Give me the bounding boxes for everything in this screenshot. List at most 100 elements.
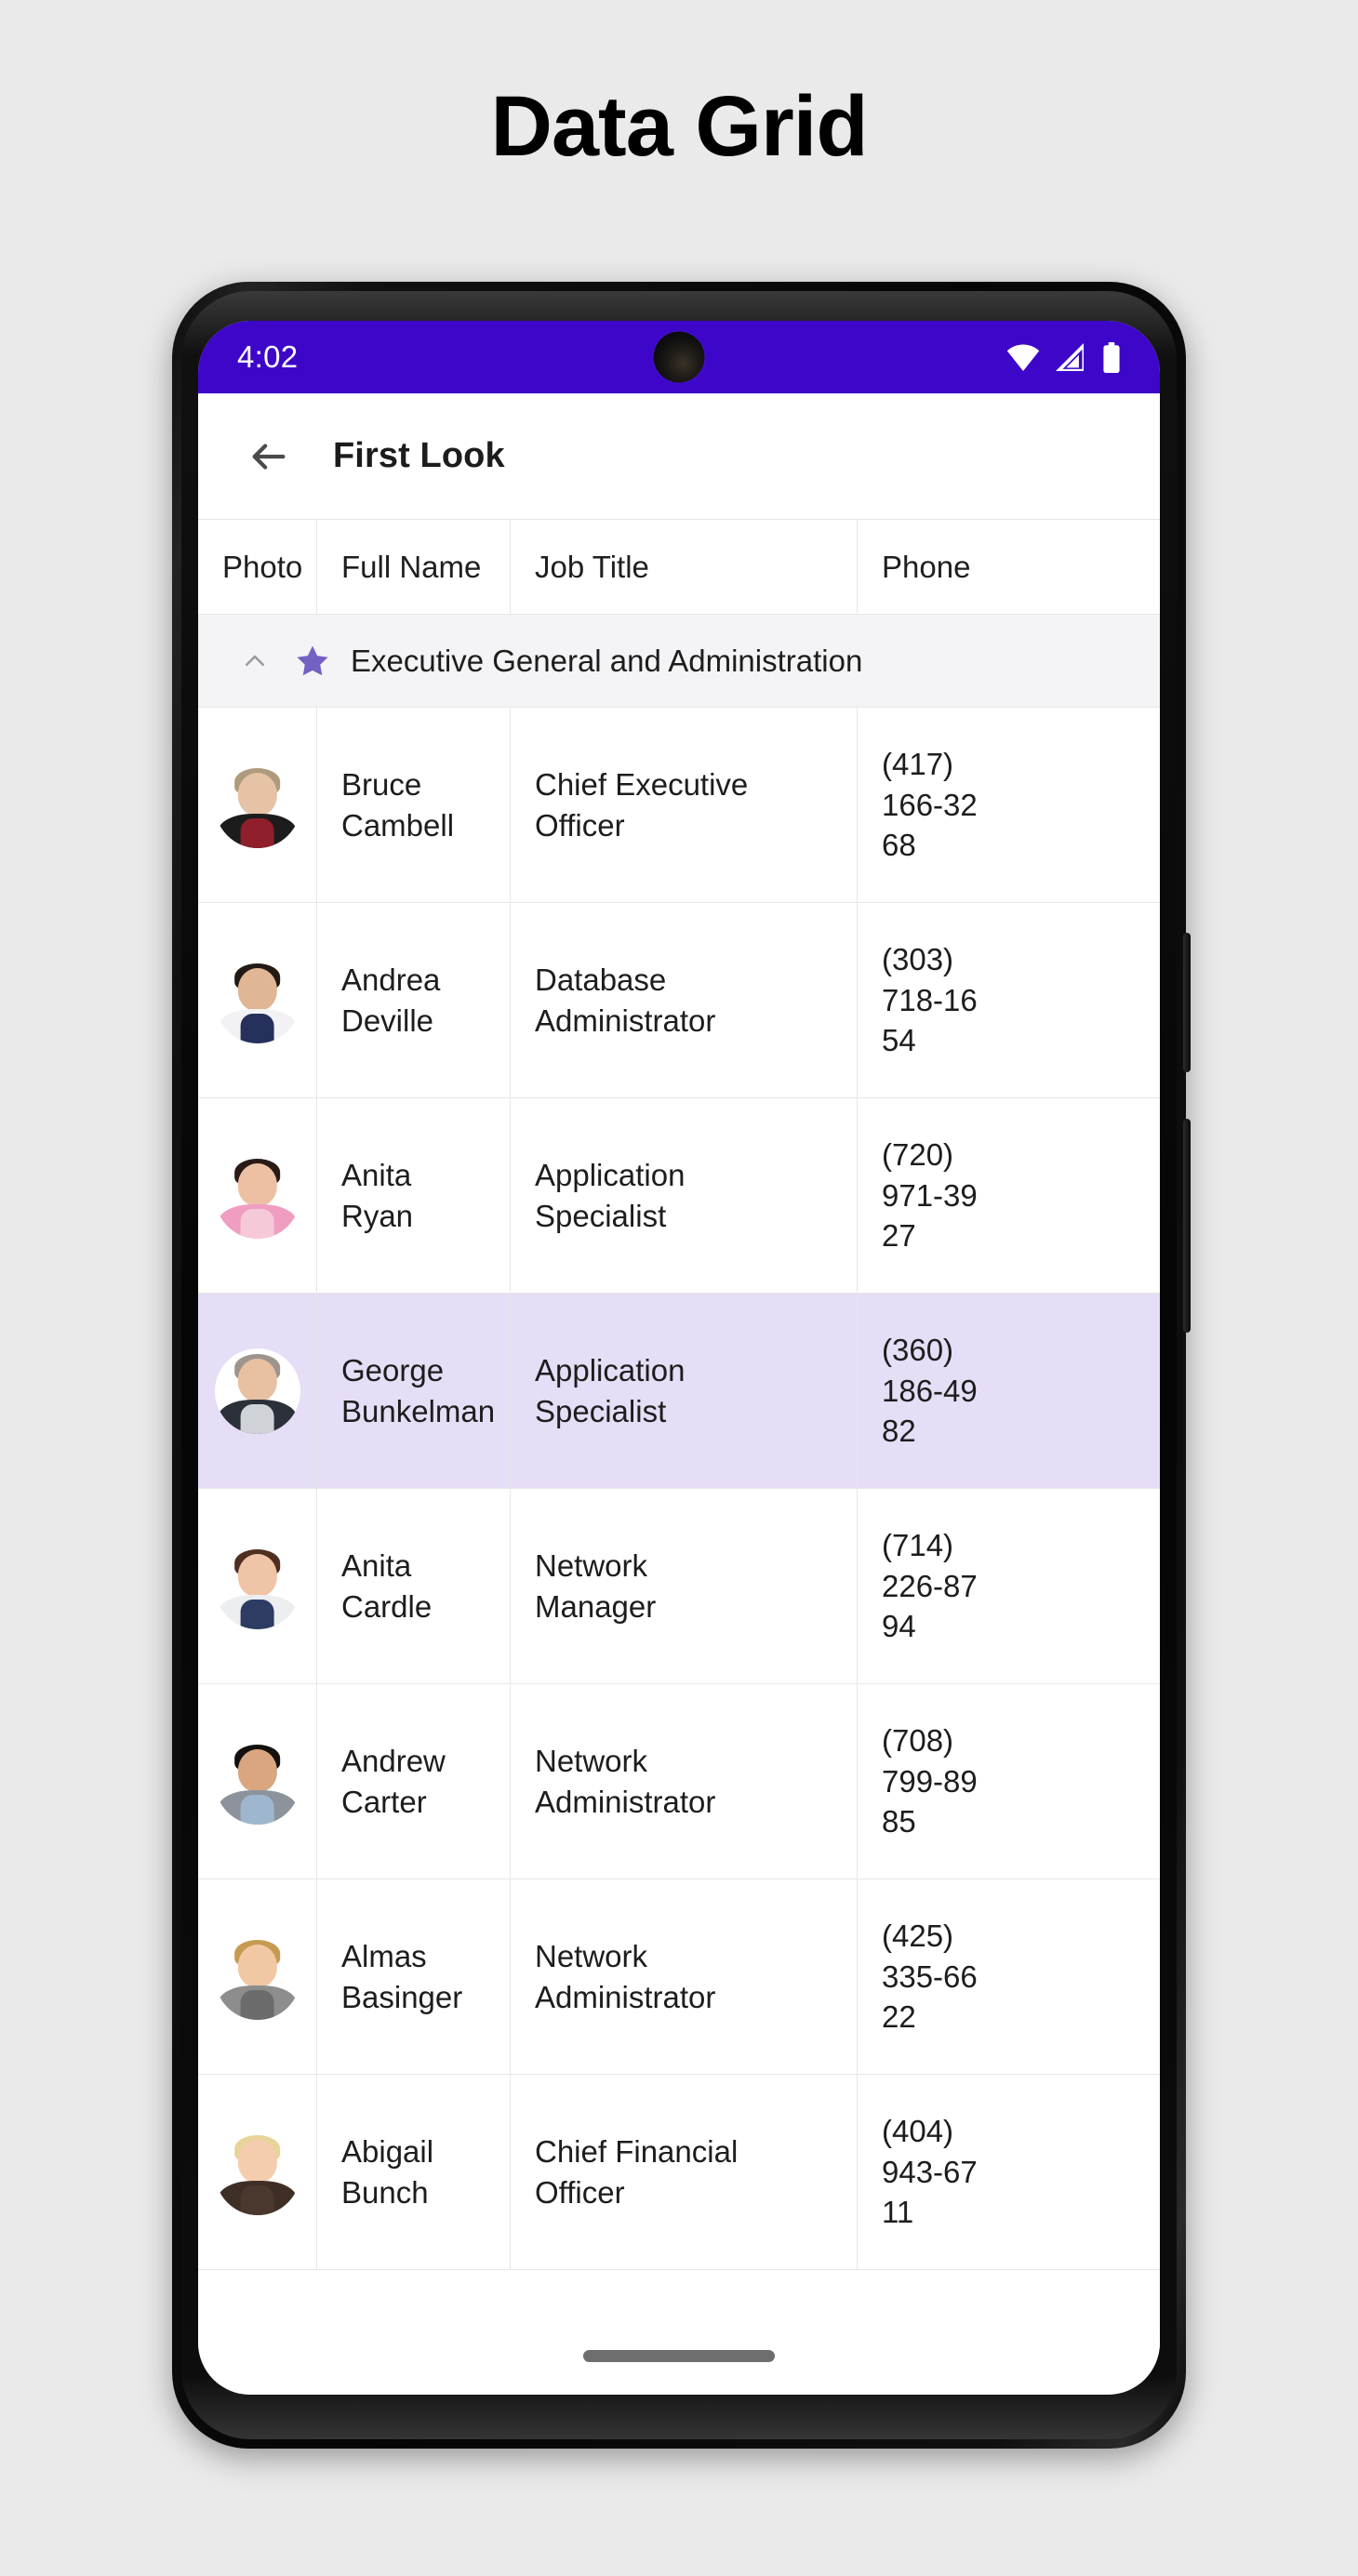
row-job-line2: Administrator	[535, 1979, 716, 2014]
row-name-line2: Cambell	[341, 807, 455, 843]
column-header-photo[interactable]: Photo	[198, 520, 317, 614]
column-header-phone[interactable]: Phone	[858, 520, 1160, 614]
row-name-line1: Andrew	[341, 1743, 446, 1778]
row-job-line1: Application	[535, 1157, 686, 1192]
row-name-line1: Anita Ryan	[341, 1157, 414, 1233]
row-phone-line3: 27	[882, 1218, 916, 1254]
row-name-cell: George Bunkelman	[317, 1294, 511, 1488]
row-job-cell: Chief Executive Officer	[511, 708, 858, 902]
row-name-cell: Bruce Cambell	[317, 708, 511, 902]
row-phone-line2: 186-49	[882, 1373, 978, 1408]
row-phone-line1: (425)	[882, 1919, 954, 1954]
cellular-signal-icon	[1056, 343, 1086, 371]
row-name-cell: Andrew Carter	[317, 1684, 511, 1879]
row-phone-cell: (417) 166-32 68	[858, 708, 1160, 902]
status-time: 4:02	[237, 339, 299, 374]
column-header-job-title[interactable]: Job Title	[511, 520, 858, 614]
table-row-selected[interactable]: George Bunkelman Application Specialist (3…	[198, 1294, 1160, 1489]
avatar	[214, 957, 300, 1043]
group-header-row[interactable]: Executive General and Administration	[198, 615, 1160, 708]
row-job-cell: Network Manager	[511, 1489, 858, 1683]
row-phone-cell: (714) 226-87 94	[858, 1489, 1160, 1683]
row-photo-cell	[198, 1489, 317, 1683]
row-job-line2: Specialist	[535, 1198, 667, 1233]
row-name-line2: Deville	[341, 1003, 434, 1038]
gesture-nav-area	[198, 2317, 1160, 2395]
row-job-line2: Manager	[535, 1588, 657, 1624]
battery-icon	[1102, 341, 1121, 373]
row-phone-line3: 85	[882, 1804, 916, 1839]
home-indicator[interactable]	[583, 2349, 775, 2362]
row-phone-line3: 68	[882, 828, 916, 863]
row-name-line1: George	[341, 1352, 445, 1388]
row-job-line1: Chief Executive	[535, 766, 749, 802]
avatar	[214, 1933, 300, 2020]
data-grid: Photo Full Name Job Title Phone Executiv…	[198, 520, 1160, 2270]
row-phone-cell: (425) 335-66 22	[858, 1879, 1160, 2074]
row-job-line1: Chief Financial	[535, 2133, 739, 2169]
table-row[interactable]: Anita Ryan Application Specialist (720) 97…	[198, 1098, 1160, 1294]
row-job-line1: Network	[535, 1938, 648, 1973]
avatar	[214, 1738, 300, 1825]
row-phone-line3: 54	[882, 1023, 916, 1058]
table-row[interactable]: Abigail Bunch Chief Financial Officer (404…	[198, 2075, 1160, 2270]
avatar	[214, 1152, 300, 1239]
row-phone-line1: (720)	[882, 1137, 954, 1173]
row-phone-line1: (404)	[882, 2114, 954, 2149]
row-phone-line1: (417)	[882, 747, 954, 782]
group-header-label: Executive General and Administration	[351, 643, 863, 678]
phone-device-frame: 4:02 First Look Photo Full Name Job Titl…	[172, 282, 1191, 2449]
power-button[interactable]	[1183, 933, 1191, 1072]
table-row[interactable]: Bruce Cambell Chief Executive Officer (417…	[198, 708, 1160, 903]
row-name-line2: Bunch	[341, 2174, 429, 2210]
status-bar: 4:02	[198, 321, 1160, 393]
avatar	[214, 1543, 300, 1629]
row-job-cell: Network Administrator	[511, 1684, 858, 1879]
table-row[interactable]: Andrew Carter Network Administrator (708) 7…	[198, 1684, 1160, 1879]
back-button[interactable]	[240, 428, 298, 485]
row-phone-line2: 166-32	[882, 787, 978, 822]
row-photo-cell	[198, 1684, 317, 1879]
app-bar-title: First Look	[333, 436, 505, 475]
row-job-line2: Specialist	[535, 1393, 667, 1428]
row-phone-line2: 971-39	[882, 1177, 978, 1213]
table-row[interactable]: Almas Basinger Network Administrator (425)…	[198, 1879, 1160, 2075]
row-phone-line2: 943-67	[882, 2154, 978, 2189]
column-header-full-name[interactable]: Full Name	[317, 520, 511, 614]
avatar	[214, 762, 300, 848]
row-photo-cell	[198, 1879, 317, 2074]
row-job-line1: Application	[535, 1352, 686, 1388]
row-name-line1: Almas	[341, 1938, 427, 1973]
row-phone-line2: 335-66	[882, 1959, 978, 1994]
row-name-line1: Bruce	[341, 766, 422, 802]
volume-button[interactable]	[1183, 1119, 1191, 1333]
row-name-cell: Abigail Bunch	[317, 2075, 511, 2269]
row-name-line2: Basinger	[341, 1979, 463, 2014]
row-phone-line2: 718-16	[882, 982, 978, 1017]
row-job-cell: Network Administrator	[511, 1879, 858, 2074]
row-job-line2: Administrator	[535, 1784, 716, 1819]
row-photo-cell	[198, 903, 317, 1097]
row-job-cell: Chief Financial Officer	[511, 2075, 858, 2269]
row-job-cell: Application Specialist	[511, 1098, 858, 1293]
row-photo-cell	[198, 708, 317, 902]
row-job-cell: Database Administrator	[511, 903, 858, 1097]
row-name-cell: Andrea Deville	[317, 903, 511, 1097]
table-row[interactable]: Anita Cardle Network Manager (714) 226-87 9…	[198, 1489, 1160, 1684]
table-row[interactable]: Andrea Deville Database Administrator (303…	[198, 903, 1160, 1098]
row-phone-line3: 11	[882, 2195, 914, 2230]
row-job-line2: Officer	[535, 807, 625, 843]
row-job-line1: Network	[535, 1547, 648, 1583]
avatar	[214, 1348, 300, 1434]
row-phone-line2: 226-87	[882, 1568, 978, 1603]
row-name-line2: Bunkelman	[341, 1393, 496, 1428]
row-phone-line1: (360)	[882, 1333, 954, 1368]
grid-scroll-area[interactable]: Photo Full Name Job Title Phone Executiv…	[198, 520, 1160, 2317]
row-phone-line1: (708)	[882, 1723, 954, 1759]
row-name-cell: Almas Basinger	[317, 1879, 511, 2074]
app-bar: First Look	[198, 393, 1160, 520]
row-job-line1: Network	[535, 1743, 648, 1778]
group-collapse-button[interactable]	[230, 636, 280, 686]
row-phone-cell: (404) 943-67 11	[858, 2075, 1160, 2269]
chevron-up-icon	[245, 655, 265, 666]
